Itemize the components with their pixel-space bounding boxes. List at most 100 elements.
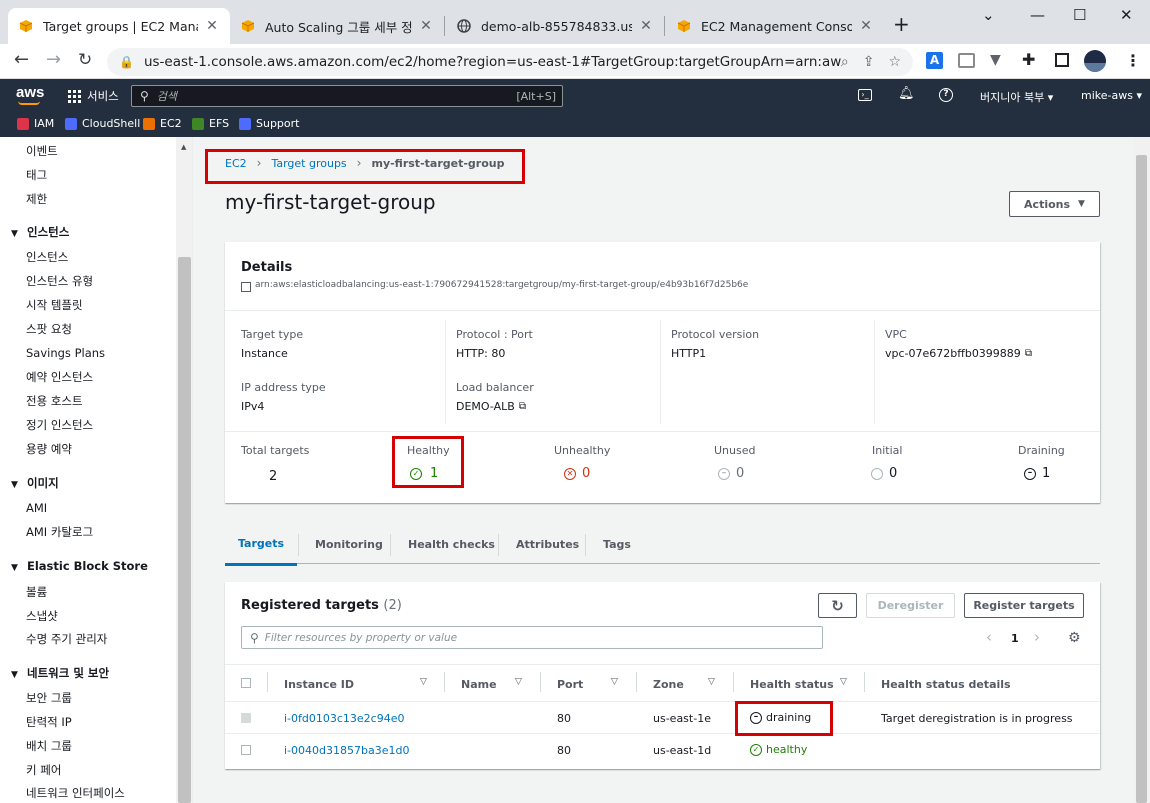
sidebar-item-elastic-ip[interactable]: 탄력적 IP	[26, 714, 72, 730]
star-icon[interactable]: ☆	[888, 54, 901, 70]
region-selector[interactable]: 버지니아 북부 ▾	[980, 89, 1053, 105]
favorite-support[interactable]: Support	[239, 117, 299, 130]
copy-icon[interactable]	[241, 282, 251, 292]
deregister-button[interactable]: Deregister	[866, 593, 955, 618]
tab-search-icon[interactable]: ⌄	[982, 6, 995, 24]
close-icon[interactable]: ✕	[418, 18, 434, 34]
extensions-puzzle-icon[interactable]: ✚	[1022, 50, 1035, 69]
col-health-status[interactable]: Health status	[750, 678, 834, 691]
load-balancer-link[interactable]: DEMO-ALB ⧉	[456, 400, 526, 413]
services-menu[interactable]: 서비스	[68, 88, 119, 104]
settings-gear-icon[interactable]: ⚙	[1068, 630, 1081, 646]
zoom-search-icon[interactable]: ⌕	[841, 54, 849, 70]
col-port[interactable]: Port	[557, 678, 583, 691]
share-icon[interactable]: ⇪	[863, 54, 875, 70]
close-icon[interactable]: ✕	[638, 18, 654, 34]
tab-tags[interactable]: Tags	[603, 524, 631, 564]
table-row[interactable]: i-0040d31857ba3e1d0 80 us-east-1d ✓ heal…	[225, 734, 1100, 766]
sidebar-item-key-pairs[interactable]: 키 페어	[26, 762, 61, 778]
new-tab-button[interactable]: +	[893, 14, 910, 34]
favorite-iam[interactable]: IAM	[17, 117, 54, 130]
browser-tab-demo-alb[interactable]: demo-alb-855784833.us-eas ✕	[446, 8, 664, 44]
sidebar-item-security-groups[interactable]: 보안 그룹	[26, 690, 72, 706]
sidebar-item-instances[interactable]: 인스턴스	[26, 249, 68, 265]
sidebar-scroll-thumb[interactable]	[178, 257, 191, 803]
close-icon[interactable]: ✕	[204, 18, 220, 34]
col-health-status-details[interactable]: Health status details	[881, 678, 1011, 691]
sidebar-item-ami[interactable]: AMI	[26, 501, 47, 515]
minimize-icon[interactable]: —	[1030, 6, 1045, 24]
instance-id-link[interactable]: i-0fd0103c13e2c94e0	[284, 712, 405, 725]
col-name[interactable]: Name	[461, 678, 497, 691]
account-menu[interactable]: mike-aws ▾	[1081, 89, 1142, 102]
profile-avatar[interactable]	[1084, 50, 1106, 72]
sidebar-item-scheduled-instances[interactable]: 정기 인스턴스	[26, 417, 93, 433]
forward-icon[interactable]: →	[46, 49, 61, 70]
actions-button[interactable]: Actions ▼	[1009, 191, 1100, 217]
close-icon[interactable]: ✕	[858, 18, 874, 34]
sidebar-section-network-security[interactable]: ▼ 네트워크 및 보안	[11, 665, 109, 681]
tab-attributes[interactable]: Attributes	[516, 524, 579, 564]
sidebar-item-capacity-reservations[interactable]: 용량 예약	[26, 441, 72, 457]
browser-tab-autoscaling[interactable]: Auto Scaling 그룹 세부 정보 ✕	[230, 8, 444, 44]
maximize-icon[interactable]: ☐	[1073, 6, 1086, 24]
main-scrollbar[interactable]	[1133, 137, 1150, 803]
tab-health-checks[interactable]: Health checks	[408, 524, 495, 564]
sidebar-item-instance-types[interactable]: 인스턴스 유형	[26, 273, 93, 289]
main-scroll-thumb[interactable]	[1136, 155, 1147, 803]
translate-extension-icon[interactable]: A	[926, 52, 943, 69]
address-bar[interactable]: 🔒 us-east-1.console.aws.amazon.com/ec2/h…	[107, 48, 913, 76]
side-panel-icon[interactable]	[1055, 53, 1069, 67]
sidebar-item-ami-catalog[interactable]: AMI 카탈로그	[26, 524, 93, 540]
help-icon[interactable]: ?	[939, 88, 953, 102]
col-instance-id[interactable]: Instance ID	[284, 678, 354, 691]
prev-page-icon[interactable]: ‹	[986, 628, 992, 646]
tab-monitoring[interactable]: Monitoring	[315, 524, 383, 564]
next-page-icon[interactable]: ›	[1034, 628, 1040, 646]
sidebar-item-limits[interactable]: 제한	[26, 191, 47, 207]
row-checkbox[interactable]	[241, 713, 251, 723]
table-row[interactable]: i-0fd0103c13e2c94e0 80 us-east-1e – drai…	[225, 702, 1100, 734]
browser-tab-target-groups[interactable]: Target groups | EC2 Manage ✕	[8, 8, 230, 44]
vpc-link[interactable]: vpc-07e672bffb0399889 ⧉	[885, 347, 1032, 360]
sidebar-item-lifecycle-manager[interactable]: 수명 주기 관리자	[26, 631, 107, 647]
aws-search-input[interactable]: ⚲ 검색 [Alt+S]	[131, 85, 563, 107]
sidebar-item-savings-plans[interactable]: Savings Plans	[26, 346, 105, 360]
screenshot-extension-icon[interactable]	[958, 53, 975, 68]
back-icon[interactable]: ←	[14, 49, 29, 70]
reload-icon[interactable]: ↻	[78, 50, 92, 70]
col-zone[interactable]: Zone	[653, 678, 684, 691]
sidebar-item-snapshots[interactable]: 스냅샷	[26, 608, 58, 624]
instance-id-link[interactable]: i-0040d31857ba3e1d0	[284, 744, 409, 757]
refresh-button[interactable]: ↻	[818, 593, 857, 618]
chrome-menu-icon[interactable]: ⋮	[1125, 51, 1141, 70]
favorite-ec2[interactable]: EC2	[143, 117, 182, 130]
sidebar-item-dedicated-hosts[interactable]: 전용 호스트	[26, 393, 83, 409]
favorite-cloudshell[interactable]: CloudShell	[65, 117, 140, 130]
favorite-efs[interactable]: EFS	[192, 117, 229, 130]
aws-logo[interactable]: aws	[16, 84, 44, 101]
filter-input[interactable]: ⚲ Filter resources by property or value	[241, 626, 823, 649]
sidebar-item-reserved-instances[interactable]: 예약 인스턴스	[26, 369, 93, 385]
sidebar-item-spot-requests[interactable]: 스팟 요청	[26, 321, 72, 337]
sidebar-item-network-interfaces[interactable]: 네트워크 인터페이스	[26, 785, 125, 801]
sidebar-item-events[interactable]: 이벤트	[26, 143, 58, 159]
sidebar-item-placement-groups[interactable]: 배치 그룹	[26, 738, 72, 754]
page-number[interactable]: 1	[1011, 632, 1019, 645]
tab-targets[interactable]: Targets	[225, 524, 297, 566]
vue-extension-icon[interactable]: ▼	[990, 52, 1001, 68]
sidebar-item-tags[interactable]: 태그	[26, 167, 47, 183]
browser-tab-ec2-console[interactable]: EC2 Management Console ✕	[666, 8, 884, 44]
sidebar-scrollbar[interactable]: ▲	[176, 137, 192, 803]
sidebar-item-volumes[interactable]: 볼륨	[26, 584, 47, 600]
notifications-bell-icon[interactable]: 🔔︎	[898, 86, 915, 101]
sidebar-section-instances[interactable]: ▼ 인스턴스	[11, 224, 69, 240]
cloudshell-icon[interactable]: ›_	[858, 89, 872, 101]
sidebar-section-images[interactable]: ▼ 이미지	[11, 475, 59, 491]
row-checkbox[interactable]	[241, 745, 251, 755]
register-targets-button[interactable]: Register targets	[964, 593, 1084, 618]
select-all-checkbox[interactable]	[241, 678, 251, 688]
sidebar-section-ebs[interactable]: ▼ Elastic Block Store	[11, 559, 148, 573]
sidebar-item-launch-templates[interactable]: 시작 템플릿	[26, 297, 83, 313]
window-close-icon[interactable]: ✕	[1120, 6, 1133, 24]
